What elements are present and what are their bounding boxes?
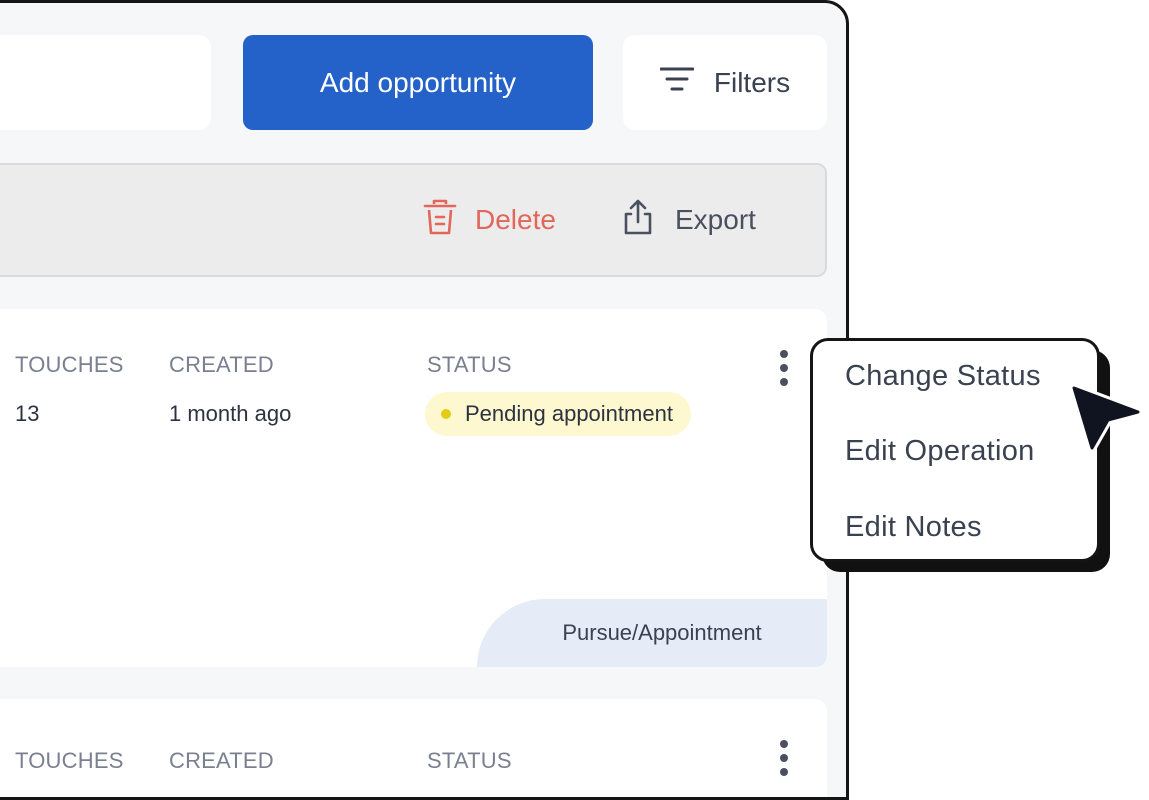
filter-lines-icon (659, 66, 695, 99)
filters-button[interactable]: Filters (623, 35, 827, 130)
delete-label: Delete (475, 204, 556, 235)
menu-item-edit-operation[interactable]: Edit Operation (845, 435, 1035, 468)
search-input[interactable] (0, 35, 211, 130)
mouse-cursor-icon (1068, 382, 1146, 465)
stage-label: Pursue/Appointment (562, 620, 762, 645)
touches-value: 13 (15, 401, 40, 426)
menu-item-edit-notes[interactable]: Edit Notes (845, 511, 982, 544)
row-context-menu: Change Status Edit Operation Edit Notes (810, 338, 1100, 562)
bulk-actions-toolbar: Delete Export (0, 163, 827, 277)
filters-label: Filters (713, 66, 791, 98)
status-label: Pending appointment (465, 401, 673, 426)
created-header: CREATED (169, 748, 274, 773)
opportunity-card[interactable]: TOUCHES CREATED STATUS 13 1 month ago Pe… (0, 309, 827, 667)
add-opportunity-label: Add opportunity (319, 66, 517, 98)
stage-tag: Pursue/Appointment (477, 599, 827, 667)
status-dot (441, 409, 451, 419)
created-value: 1 month ago (169, 401, 292, 426)
trash-icon (423, 198, 457, 243)
main-panel: Add opportunity Filters Delete Export TO… (0, 0, 849, 800)
created-header: CREATED (169, 352, 274, 377)
status-header: STATUS (427, 352, 512, 377)
upload-share-icon (619, 198, 657, 243)
export-label: Export (675, 204, 756, 235)
kebab-menu-icon[interactable] (780, 350, 788, 386)
add-opportunity-button[interactable]: Add opportunity (243, 35, 593, 130)
export-button[interactable]: Export (619, 165, 756, 275)
status-header: STATUS (427, 748, 512, 773)
status-badge: Pending appointment (425, 392, 691, 436)
kebab-menu-icon[interactable] (780, 740, 788, 776)
touches-header: TOUCHES (15, 352, 124, 377)
touches-header: TOUCHES (15, 748, 124, 773)
delete-button[interactable]: Delete (423, 165, 556, 275)
menu-item-change-status[interactable]: Change Status (845, 360, 1041, 393)
